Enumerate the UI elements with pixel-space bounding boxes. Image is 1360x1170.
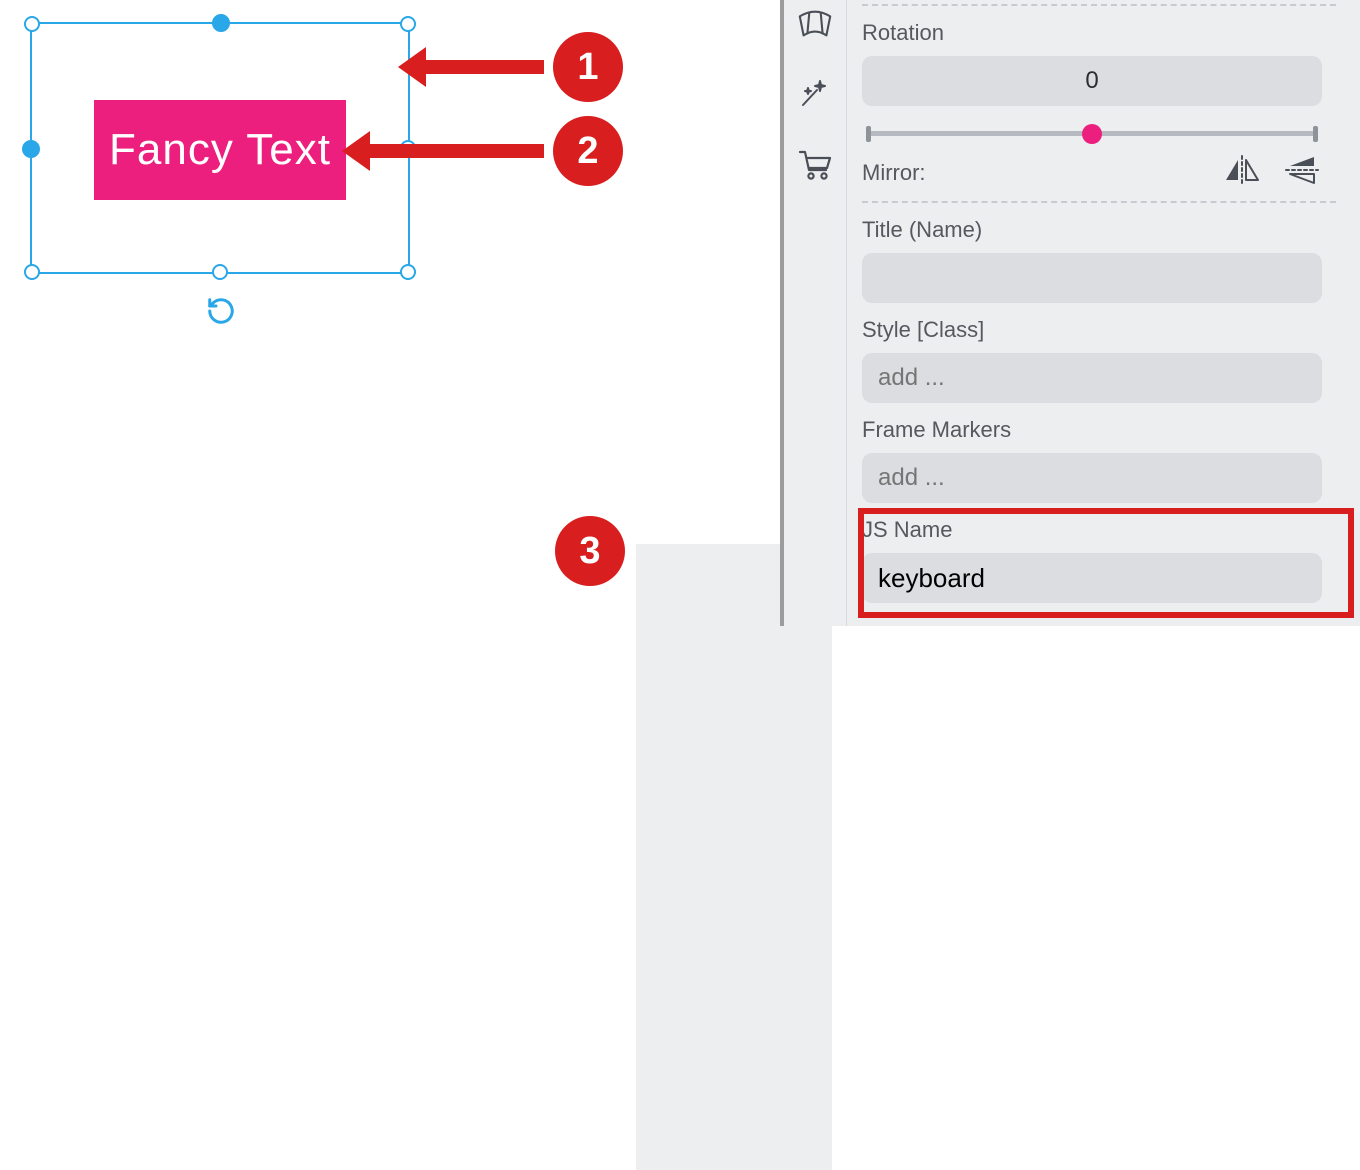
title-input[interactable] <box>862 253 1322 303</box>
js-name-input[interactable] <box>862 553 1322 603</box>
rotation-value: 0 <box>1085 67 1098 95</box>
cart-icon[interactable] <box>796 146 834 187</box>
resize-handle-bottom-middle[interactable] <box>212 264 228 280</box>
tool-strip <box>784 0 847 626</box>
resize-handle-bottom-right[interactable] <box>400 264 416 280</box>
perspective-icon[interactable] <box>796 8 834 45</box>
annotation-number-2: 2 <box>577 130 598 173</box>
annotation-badge-1: 1 <box>553 32 623 102</box>
annotation-number-1: 1 <box>577 46 598 89</box>
annotation-arrow-2 <box>368 144 544 158</box>
resize-handle-top-middle[interactable] <box>212 14 230 32</box>
annotation-badge-2: 2 <box>553 116 623 186</box>
slider-max-tick <box>1313 126 1318 142</box>
js-name-label: JS Name <box>862 517 1336 543</box>
frame-markers-label: Frame Markers <box>862 417 1336 443</box>
slider-thumb[interactable] <box>1082 124 1102 144</box>
resize-handle-top-right[interactable] <box>400 16 416 32</box>
style-class-label: Style [Class] <box>862 317 1336 343</box>
section-divider <box>862 201 1336 203</box>
fancy-text-label: Fancy Text <box>109 125 331 175</box>
rotation-label: Rotation <box>862 20 1336 46</box>
resize-handle-bottom-left[interactable] <box>24 264 40 280</box>
frame-markers-input[interactable] <box>862 453 1322 503</box>
inspector-panel: Rotation 0 Mirror: <box>784 0 1360 626</box>
annotation-badge-3: 3 <box>555 516 625 586</box>
resize-handle-top-left[interactable] <box>24 16 40 32</box>
mirror-horizontal-icon[interactable] <box>1222 154 1262 191</box>
fancy-text-widget[interactable]: Fancy Text <box>94 100 346 200</box>
title-label: Title (Name) <box>862 217 1336 243</box>
annotation-number-3: 3 <box>579 530 600 573</box>
rotate-reset-icon[interactable] <box>206 296 236 331</box>
magic-wand-icon[interactable] <box>797 75 833 116</box>
mirror-vertical-icon[interactable] <box>1282 154 1322 191</box>
canvas-area[interactable]: Fancy Text 1 2 3 <box>0 0 780 626</box>
section-divider <box>862 4 1336 6</box>
annotation-arrow-1 <box>424 60 544 74</box>
mirror-label: Mirror: <box>862 160 926 186</box>
annotation-arrow-3 <box>636 544 832 1170</box>
resize-handle-middle-left[interactable] <box>22 140 40 158</box>
rotation-slider[interactable] <box>862 122 1322 146</box>
rotation-value-display[interactable]: 0 <box>862 56 1322 106</box>
slider-min-tick <box>866 126 871 142</box>
style-class-input[interactable] <box>862 353 1322 403</box>
